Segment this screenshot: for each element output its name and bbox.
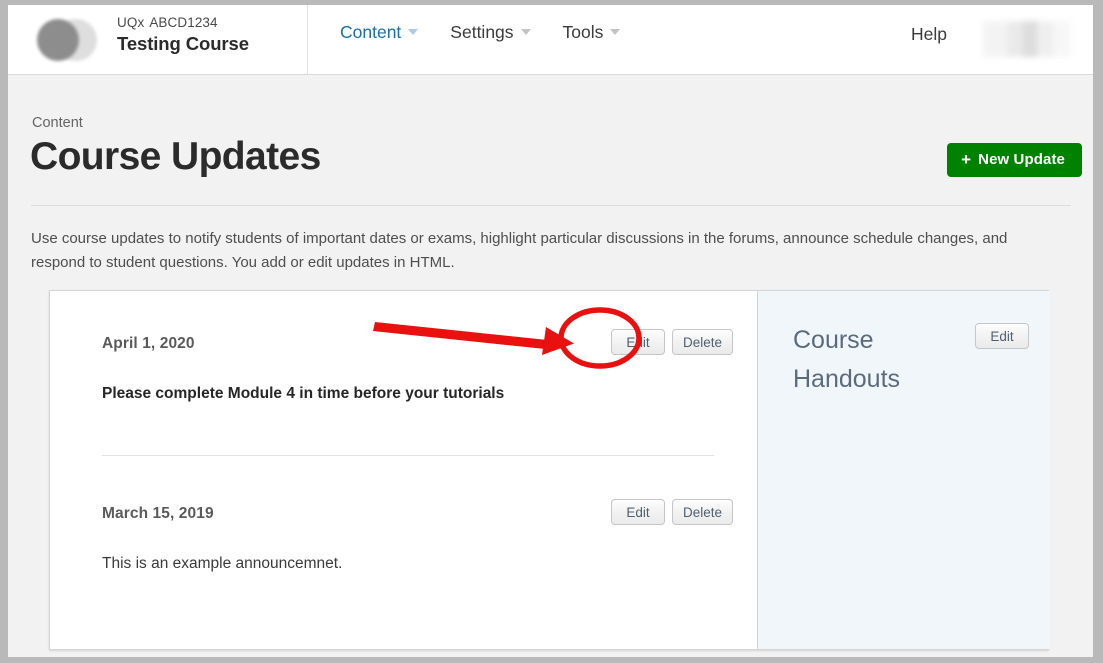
course-org-code: UQx ABCD1234 (117, 15, 218, 30)
updates-list: April 1, 2020 Edit Delete Please complete… (50, 291, 756, 649)
site-header: UQx ABCD1234 Testing Course Content Settin… (8, 5, 1093, 75)
user-menu-redacted[interactable] (983, 21, 1071, 57)
new-update-label: New Update (978, 151, 1065, 168)
browser-frame: UQx ABCD1234 Testing Course Content Settin… (0, 0, 1103, 663)
updates-card: April 1, 2020 Edit Delete Please complete… (49, 290, 1050, 650)
course-handouts-panel: Course Handouts Edit (757, 291, 1050, 649)
update-date: April 1, 2020 (102, 335, 195, 352)
update-divider (102, 455, 714, 456)
nav-item-content[interactable]: Content (340, 22, 419, 43)
new-update-button[interactable]: + New Update (947, 143, 1082, 177)
main-navigation: Content Settings Tools (340, 22, 652, 58)
page-description: Use course updates to notify students of… (31, 230, 1008, 271)
nav-item-settings-label: Settings (450, 22, 514, 42)
handouts-actions: Edit (968, 323, 1029, 349)
delete-button[interactable]: Delete (671, 329, 733, 355)
chevron-down-icon (520, 29, 531, 35)
nav-item-settings[interactable]: Settings (450, 22, 531, 43)
course-code-label: ABCD1234 (149, 15, 218, 30)
nav-item-tools-label: Tools (562, 22, 604, 42)
nav-item-tools[interactable]: Tools (563, 22, 621, 43)
edit-button[interactable]: Edit (610, 329, 665, 355)
edit-button[interactable]: Edit (610, 499, 665, 525)
page-viewport: UQx ABCD1234 Testing Course Content Settin… (8, 5, 1093, 657)
update-date: March 15, 2019 (102, 505, 214, 522)
course-handouts-title: Course Handouts (793, 326, 901, 393)
update-body: Please complete Module 4 in time before … (102, 385, 505, 402)
course-brand-block[interactable]: UQx ABCD1234 Testing Course (8, 5, 308, 74)
overlapping-circles-logo-icon (31, 16, 104, 64)
delete-button[interactable]: Delete (671, 499, 733, 525)
course-org-label: UQx (117, 15, 145, 30)
update-body: This is an example announcemnet. (102, 555, 343, 572)
breadcrumb[interactable]: Content (32, 115, 83, 131)
chevron-down-icon (408, 29, 419, 35)
chevron-down-icon (610, 29, 621, 35)
plus-icon: + (961, 150, 972, 169)
page-title: Course Updates (30, 135, 321, 178)
title-divider (31, 205, 1071, 206)
course-name-label: Testing Course (117, 33, 249, 54)
edit-button[interactable]: Edit (975, 323, 1029, 349)
help-link[interactable]: Help (911, 24, 947, 45)
nav-item-content-label: Content (340, 22, 402, 42)
update-actions: Edit Delete (604, 329, 733, 355)
update-actions: Edit Delete (604, 499, 733, 525)
